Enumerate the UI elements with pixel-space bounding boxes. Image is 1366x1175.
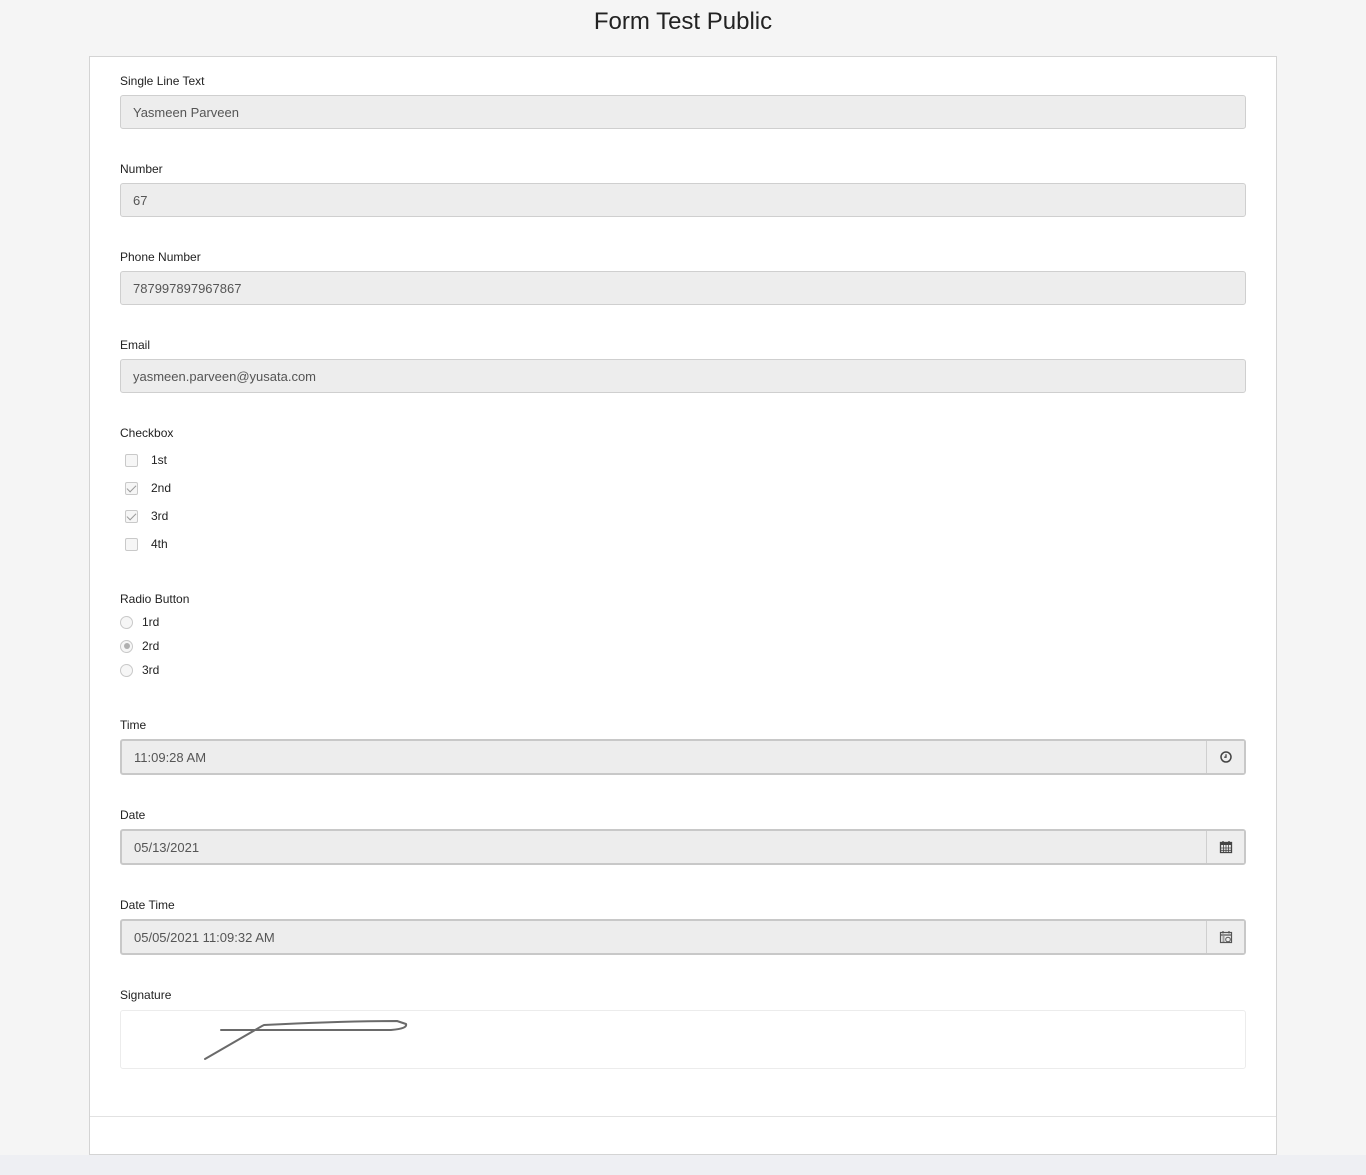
- bottom-strip: [0, 1155, 1366, 1175]
- date-time-label: Date Time: [120, 898, 175, 912]
- checkbox-2nd[interactable]: [125, 481, 138, 495]
- checkbox-label: 3rd: [151, 509, 169, 523]
- checkbox-label: 1st: [151, 453, 168, 467]
- calendar-clock-icon: [1219, 931, 1232, 944]
- form-card: Single Line Text Yasmeen Parveen Number …: [89, 56, 1277, 1155]
- time-label: Time: [120, 718, 147, 732]
- checkbox-label: 2nd: [151, 481, 172, 495]
- number-input[interactable]: 67: [120, 183, 1246, 217]
- date-time-picker-button[interactable]: [1206, 921, 1244, 953]
- phone-number-label: Phone Number: [120, 250, 201, 264]
- checkbox-3rd[interactable]: [125, 509, 138, 523]
- page-title: Form Test Public: [593, 8, 773, 35]
- signature-pad[interactable]: [120, 1010, 1246, 1069]
- checkbox-option[interactable]: 1st: [125, 452, 167, 468]
- date-input-group: 05/13/2021: [120, 829, 1246, 865]
- time-input-group: 11:09:28 AM: [120, 739, 1246, 775]
- email-label: Email: [120, 338, 151, 352]
- radio-1rd[interactable]: [120, 615, 133, 629]
- email-input[interactable]: yasmeen.parveen@yusata.com: [120, 359, 1246, 393]
- clock-icon: [1219, 751, 1232, 763]
- radio-label: 2rd: [142, 639, 160, 653]
- radio-group-label: Radio Button: [120, 592, 190, 606]
- single-line-text-input[interactable]: Yasmeen Parveen: [120, 95, 1246, 129]
- radio-2rd[interactable]: [120, 639, 133, 653]
- radio-option[interactable]: 3rd: [120, 662, 159, 678]
- checkbox-option[interactable]: 3rd: [125, 508, 168, 524]
- time-picker-button[interactable]: [1206, 741, 1244, 773]
- phone-number-input[interactable]: 787997897967867: [120, 271, 1246, 305]
- checkbox-label: 4th: [151, 537, 168, 551]
- single-line-text-label: Single Line Text: [120, 74, 205, 88]
- date-picker-button[interactable]: [1206, 831, 1244, 863]
- date-time-input-group: 05/05/2021 11:09:32 AM: [120, 919, 1246, 955]
- checkbox-4th[interactable]: [125, 537, 138, 551]
- checkbox-group-label: Checkbox: [120, 426, 174, 440]
- calendar-icon: [1219, 841, 1232, 854]
- radio-label: 3rd: [142, 663, 160, 677]
- checkbox-option[interactable]: 2nd: [125, 480, 171, 496]
- radio-option[interactable]: 1rd: [120, 614, 159, 630]
- time-input[interactable]: 11:09:28 AM: [122, 741, 1206, 773]
- signature-label: Signature: [120, 988, 172, 1002]
- date-time-input[interactable]: 05/05/2021 11:09:32 AM: [122, 921, 1206, 953]
- radio-label: 1rd: [142, 615, 160, 629]
- number-label: Number: [120, 162, 163, 176]
- signature-drawing: [204, 1020, 408, 1060]
- date-input[interactable]: 05/13/2021: [122, 831, 1206, 863]
- checkbox-option[interactable]: 4th: [125, 536, 168, 552]
- form-footer: [90, 1116, 1276, 1154]
- radio-option[interactable]: 2rd: [120, 638, 159, 654]
- radio-3rd[interactable]: [120, 663, 133, 677]
- checkbox-1st[interactable]: [125, 453, 138, 467]
- date-label: Date: [120, 808, 146, 822]
